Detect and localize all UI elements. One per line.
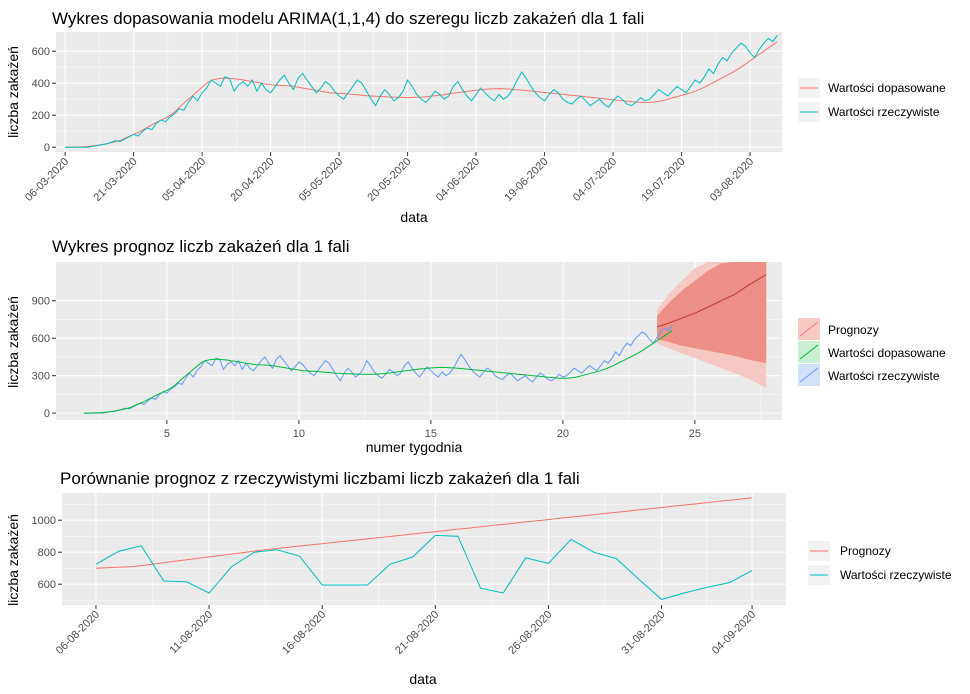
y-tick-label: 600 <box>38 579 56 591</box>
y-tick-label: 200 <box>32 110 50 122</box>
x-tick-label: 20-04-2020 <box>228 156 276 204</box>
panel1-x-ticks: 06-03-2020 21-03-2020 05-04-2020 20-04-2020… <box>23 152 756 204</box>
panel2-title: Wykres prognoz liczb zakażeń dla 1 fali <box>52 237 349 256</box>
legend-label-actual: Wartości rzeczywiste <box>840 568 952 582</box>
panel1-y-ticks: 0 200 400 600 <box>32 46 56 154</box>
x-tick-label: 10 <box>293 428 305 440</box>
panel3-x-axis-label: data <box>409 671 436 687</box>
x-tick-label: 06-03-2020 <box>23 156 71 204</box>
y-tick-label: 800 <box>38 547 56 559</box>
x-tick-label: 5 <box>164 428 170 440</box>
panel3-y-axis-label: liczba zakażeń <box>5 514 21 606</box>
x-tick-label: 04-07-2020 <box>571 156 619 204</box>
legend-label-actual: Wartości rzeczywiste <box>828 369 940 383</box>
panel2-y-axis-label: liczba zakażeń <box>5 296 21 388</box>
panel3-plot-bg <box>62 493 786 605</box>
legend-label-actual: Wartości rzeczywiste <box>828 105 940 119</box>
y-tick-label: 0 <box>44 408 50 420</box>
panel2-legend: Prognozy Wartości dopasowane Wartości rz… <box>798 318 946 386</box>
x-tick-label: 04-06-2020 <box>434 156 482 204</box>
legend-label-fitted: Wartości dopasowane <box>828 81 946 95</box>
panel3-y-ticks: 600 800 1000 <box>32 515 62 591</box>
panel1-y-axis-label: liczba zakażeń <box>5 46 21 138</box>
x-tick-label: 05-04-2020 <box>160 156 208 204</box>
x-tick-label: 21-03-2020 <box>91 156 139 204</box>
figure: Wykres dopasowania modelu ARIMA(1,1,4) d… <box>0 0 970 694</box>
x-tick-label: 31-08-2020 <box>619 609 667 657</box>
x-tick-label: 20-05-2020 <box>365 156 413 204</box>
panel1-x-axis-label: data <box>400 209 427 225</box>
x-tick-label: 25 <box>689 428 701 440</box>
x-tick-label: 05-05-2020 <box>297 156 345 204</box>
x-tick-label: 20 <box>557 428 569 440</box>
x-tick-label: 21-08-2020 <box>393 609 441 657</box>
legend-label-fitted: Wartości dopasowane <box>828 346 946 360</box>
y-tick-label: 600 <box>32 333 50 345</box>
x-tick-label: 11-08-2020 <box>167 609 215 657</box>
x-tick-label: 19-07-2020 <box>639 156 687 204</box>
panel3-x-ticks: 06-08-2020 11-08-2020 16-08-2020 21-08-2020… <box>54 605 758 657</box>
legend-label-forecast: Prognozy <box>828 323 879 337</box>
y-tick-label: 600 <box>32 46 50 58</box>
x-tick-label: 16-08-2020 <box>280 609 328 657</box>
x-tick-label: 06-08-2020 <box>54 609 102 657</box>
y-tick-label: 900 <box>32 296 50 308</box>
panel3-title: Porównanie prognoz z rzeczywistymi liczb… <box>60 469 580 488</box>
x-tick-label: 03-08-2020 <box>708 156 756 204</box>
x-tick-label: 04-09-2020 <box>710 609 758 657</box>
x-tick-label: 26-08-2020 <box>506 609 554 657</box>
panel2-y-ticks: 0 300 600 900 <box>32 296 56 420</box>
y-tick-label: 400 <box>32 78 50 90</box>
panel2-x-axis-label: numer tygodnia <box>366 439 463 455</box>
chart-canvas: Wykres dopasowania modelu ARIMA(1,1,4) d… <box>5 9 952 687</box>
y-tick-label: 300 <box>32 371 50 383</box>
panel1-legend: Wartości dopasowane Wartości rzeczywiste <box>798 78 946 122</box>
x-tick-label: 19-06-2020 <box>502 156 550 204</box>
y-tick-label: 1000 <box>32 515 56 527</box>
panel2-x-ticks: 5 10 15 20 25 <box>164 420 701 440</box>
panel3-legend: Prognozy Wartości rzeczywiste <box>808 541 952 585</box>
panel1-title: Wykres dopasowania modelu ARIMA(1,1,4) d… <box>52 9 644 28</box>
y-tick-label: 0 <box>44 142 50 154</box>
panel1-plot-bg <box>56 32 782 152</box>
legend-label-forecast: Prognozy <box>840 544 891 558</box>
